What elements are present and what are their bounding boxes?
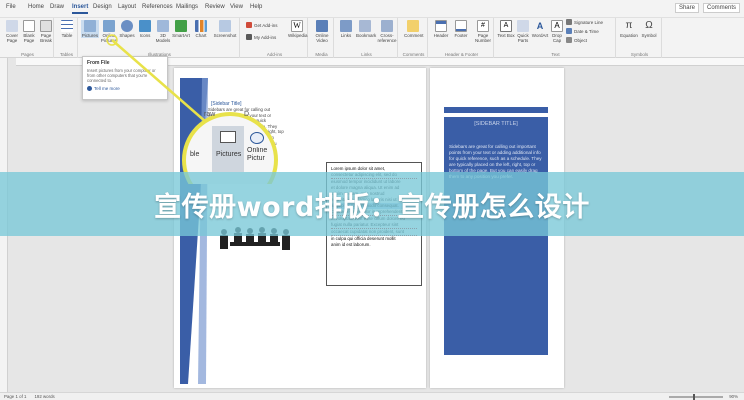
zoom-level[interactable]: 90% — [729, 394, 738, 399]
status-right: 90% — [669, 393, 738, 400]
word-count[interactable]: 192 words — [34, 394, 54, 399]
zoom-draw-fragment: raw — [204, 111, 216, 118]
word-window: File Home Draw Insert Design Layout Refe… — [0, 0, 744, 400]
article-title: 宣传册word排版：宣传册怎么设计 — [154, 191, 590, 223]
zoom-d-fragment: D — [244, 111, 250, 118]
page-count[interactable]: Page 1 of 1 — [4, 394, 26, 399]
zoom-online-pictures-label: Online Pictur — [247, 147, 268, 162]
zoom-pictures-label: Pictures — [216, 151, 242, 158]
zoom-pictures-icon — [220, 131, 236, 143]
zoom-online-icon — [250, 132, 264, 144]
status-bar: Page 1 of 1 192 words 90% — [0, 392, 744, 400]
status-left: Page 1 of 1 192 words — [4, 394, 55, 399]
zoom-table-label: ble — [190, 151, 200, 158]
zoom-slider[interactable] — [669, 393, 724, 400]
